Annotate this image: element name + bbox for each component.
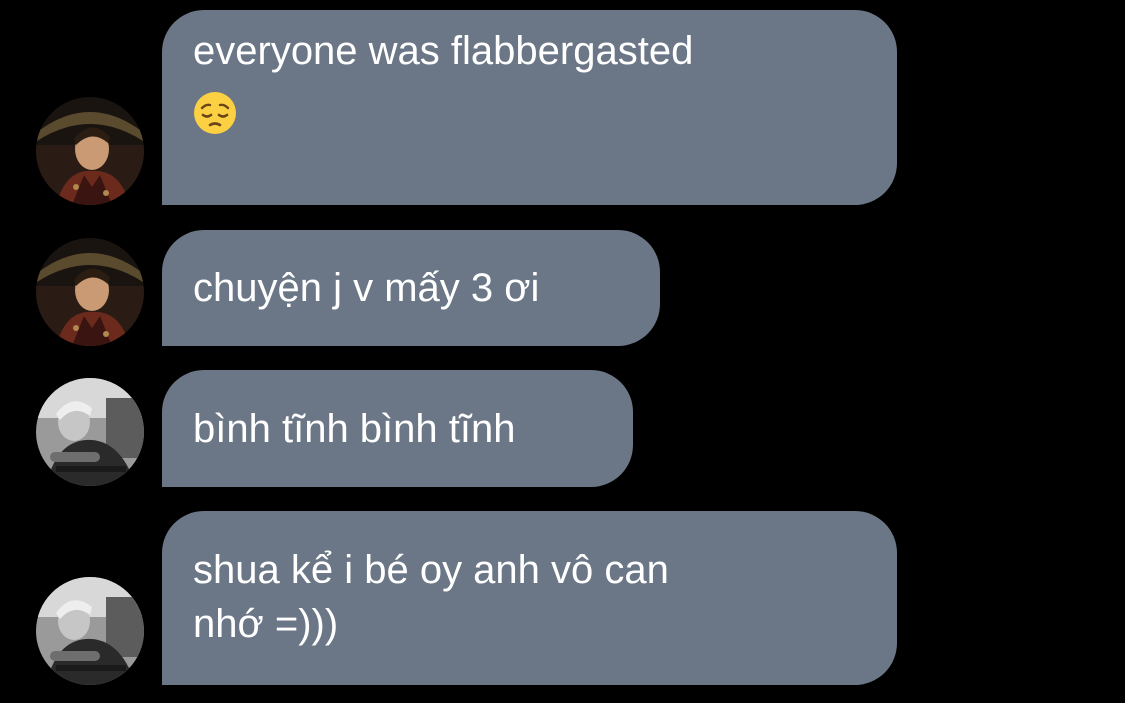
message-row: chuyện j v mấy 3 ơi [0,215,1125,355]
message-row: everyone was flabbergasted [0,0,1125,215]
message-bubble[interactable]: shua kể i bé oy anh vô can nhớ =))) [162,511,897,685]
message-text: bình tĩnh bình tĩnh [193,407,516,451]
message-bubble[interactable]: bình tĩnh bình tĩnh [162,370,633,487]
message-bubble[interactable]: everyone was flabbergasted [162,10,897,205]
message-text: shua kể i bé oy anh vô can [193,548,669,592]
avatar-man-bw-icon [36,577,144,685]
avatar[interactable] [36,238,144,346]
avatar-man-umbrella-icon [36,97,144,205]
message-text: chuyện j v mấy 3 ơi [193,266,540,310]
pensive-face-emoji [193,91,237,135]
avatar[interactable] [36,378,144,486]
message-text: everyone was flabbergasted [193,29,694,73]
message-row: bình tĩnh bình tĩnh [0,355,1125,495]
avatar-man-umbrella-icon [36,238,144,346]
avatar[interactable] [36,97,144,205]
message-bubble[interactable]: chuyện j v mấy 3 ơi [162,230,660,346]
avatar[interactable] [36,577,144,685]
avatar-man-bw-icon [36,378,144,486]
message-text: nhớ =))) [193,602,339,646]
message-row: shua kể i bé oy anh vô can nhớ =))) [0,495,1125,703]
